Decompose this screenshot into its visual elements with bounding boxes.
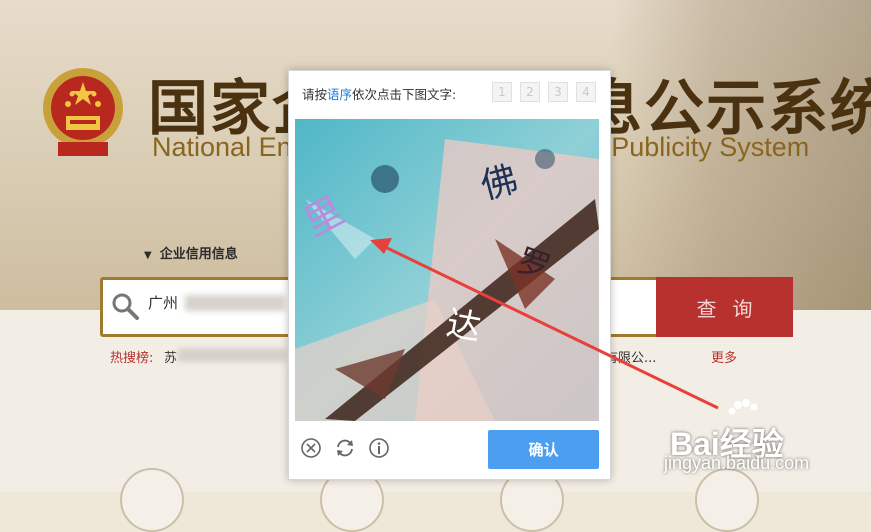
hot-search-label: 热搜榜: <box>110 351 154 366</box>
info-icon[interactable] <box>368 437 390 459</box>
blurred-text <box>178 348 286 362</box>
hot-search-item[interactable]: 苏 <box>164 347 177 366</box>
search-tab-label: 企业信用信息 <box>159 247 238 262</box>
search-input[interactable]: 广州 <box>148 292 178 313</box>
order-slot-2: 2 <box>520 82 540 102</box>
order-slot-3: 3 <box>548 82 568 102</box>
more-link[interactable]: 更多 <box>711 347 737 366</box>
triangle-down-icon: ▼ <box>144 250 152 261</box>
confirm-button[interactable]: 确认 <box>488 430 599 469</box>
prompt-highlight: 语序 <box>327 87 353 102</box>
captcha-char: 达 <box>443 303 483 348</box>
query-button[interactable]: 查询 <box>656 277 793 337</box>
order-slot-1: 1 <box>492 82 512 102</box>
hot-search-item[interactable]: 有限公... <box>605 347 656 366</box>
watermark-url: jingyan.baidu.com <box>664 453 810 473</box>
blurred-text <box>185 295 285 311</box>
refresh-icon[interactable] <box>334 437 356 459</box>
captcha-image[interactable]: 佛 罗 达 里 <box>295 119 599 421</box>
order-slot-4: 4 <box>576 82 596 102</box>
category-icon[interactable] <box>120 468 184 532</box>
search-tab[interactable]: ▼ 企业信用信息 <box>144 243 238 262</box>
close-icon[interactable] <box>300 437 322 459</box>
search-icon <box>112 293 139 320</box>
national-emblem-icon <box>43 68 123 156</box>
captcha-prompt: 请按语序依次点击下图文字: <box>302 87 457 102</box>
category-icon[interactable] <box>695 468 759 532</box>
